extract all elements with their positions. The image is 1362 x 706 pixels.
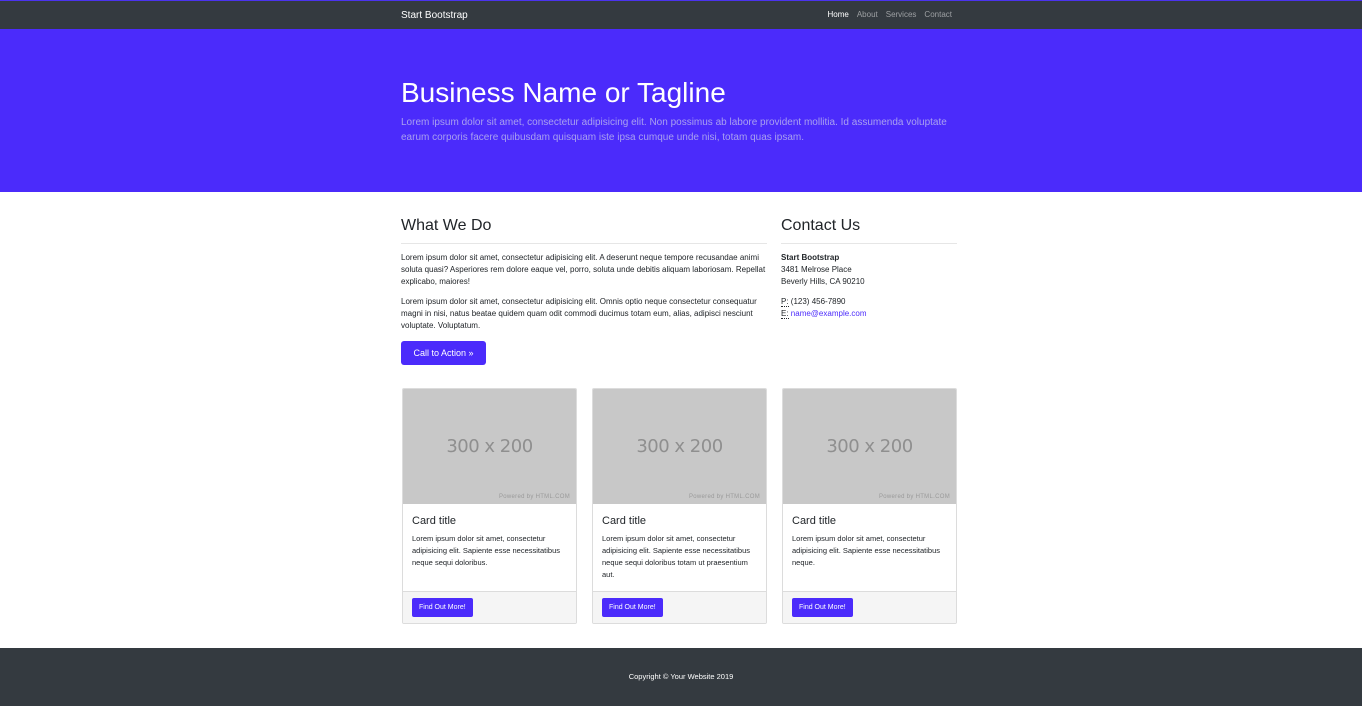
card-footer: Find Out More!: [783, 591, 956, 623]
card-body: Card title Lorem ipsum dolor sit amet, c…: [783, 504, 956, 579]
card-footer: Find Out More!: [593, 591, 766, 623]
contact-heading: Contact Us: [781, 217, 861, 234]
divider: [781, 243, 957, 244]
what-we-do-paragraph: Lorem ipsum dolor sit amet, consectetur …: [401, 253, 766, 286]
image-watermark: Powered by HTML.COM: [688, 494, 760, 500]
nav-links: Home About Services Contact: [827, 10, 952, 19]
card-title: Card title: [792, 515, 837, 527]
hero-banner: Business Name or Tagline Lorem ipsum dol…: [0, 29, 1362, 192]
card-image-placeholder: 300 x 200 Powered by HTML.COM: [403, 389, 576, 504]
phone-abbr: P:: [781, 297, 789, 307]
what-we-do-heading: What We Do: [401, 217, 492, 234]
card-body: Card title Lorem ipsum dolor sit amet, c…: [403, 504, 576, 579]
find-out-more-button[interactable]: Find Out More!: [792, 598, 853, 617]
contact-name: Start Bootstrap: [781, 253, 840, 262]
divider: [401, 243, 767, 244]
contact-email-row: E: name@example.com: [781, 308, 957, 320]
card: 300 x 200 Powered by HTML.COM Card title…: [402, 388, 577, 624]
hero-title: Business Name or Tagline: [401, 77, 726, 108]
address-line-2: Beverly Hills, CA 90210: [781, 277, 865, 286]
card-text: Lorem ipsum dolor sit amet, consectetur …: [792, 534, 941, 567]
contact-phone-row: P: (123) 456-7890: [781, 296, 957, 308]
contact-address: Start Bootstrap 3481 Melrose Place Bever…: [781, 252, 957, 320]
contact-email-link[interactable]: name@example.com: [791, 309, 867, 318]
contact-section: Contact Us Start Bootstrap 3481 Melrose …: [781, 216, 957, 320]
card-title: Card title: [412, 515, 457, 527]
card: 300 x 200 Powered by HTML.COM Card title…: [592, 388, 767, 624]
card-body: Card title Lorem ipsum dolor sit amet, c…: [593, 504, 766, 591]
card-image-placeholder: 300 x 200 Powered by HTML.COM: [783, 389, 956, 504]
card-text: Lorem ipsum dolor sit amet, consectetur …: [412, 534, 561, 567]
image-watermark: Powered by HTML.COM: [878, 494, 950, 500]
find-out-more-button[interactable]: Find Out More!: [412, 598, 473, 617]
card: 300 x 200 Powered by HTML.COM Card title…: [782, 388, 957, 624]
hero-text: Lorem ipsum dolor sit amet, consectetur …: [401, 117, 947, 143]
card-text: Lorem ipsum dolor sit amet, consectetur …: [602, 534, 751, 579]
what-we-do-paragraph: Lorem ipsum dolor sit amet, consectetur …: [401, 297, 757, 330]
call-to-action-button[interactable]: Call to Action »: [401, 341, 486, 365]
image-watermark: Powered by HTML.COM: [498, 494, 570, 500]
nav-link-home[interactable]: Home: [827, 10, 848, 19]
email-abbr: E:: [781, 309, 789, 319]
nav-link-contact[interactable]: Contact: [924, 10, 952, 19]
site-footer: Copyright © Your Website 2019: [0, 648, 1362, 706]
contact-phone: (123) 456-7890: [790, 297, 846, 306]
card-footer: Find Out More!: [403, 591, 576, 623]
navbar: Start Bootstrap Home About Services Cont…: [0, 0, 1362, 29]
card-image-placeholder: 300 x 200 Powered by HTML.COM: [593, 389, 766, 504]
what-we-do-section: What We Do Lorem ipsum dolor sit amet, c…: [401, 216, 767, 365]
image-dimensions-label: 300 x 200: [446, 436, 533, 457]
address-line-1: 3481 Melrose Place: [781, 265, 852, 274]
navbar-brand[interactable]: Start Bootstrap: [401, 10, 468, 21]
card-title: Card title: [602, 515, 647, 527]
copyright-text: Copyright © Your Website 2019: [628, 672, 734, 681]
find-out-more-button[interactable]: Find Out More!: [602, 598, 663, 617]
nav-link-services[interactable]: Services: [886, 10, 917, 19]
image-dimensions-label: 300 x 200: [826, 436, 913, 457]
image-dimensions-label: 300 x 200: [636, 436, 723, 457]
nav-link-about[interactable]: About: [857, 10, 878, 19]
